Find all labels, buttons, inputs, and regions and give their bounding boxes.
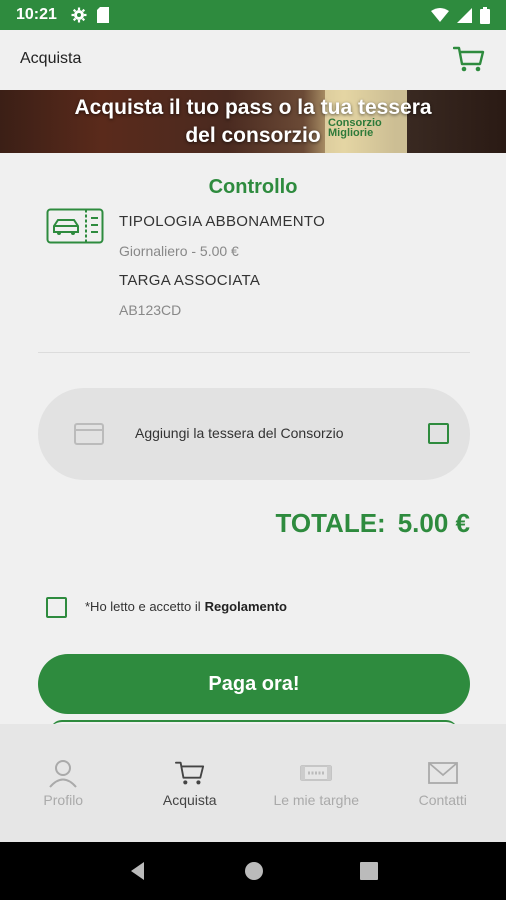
battery-icon <box>480 6 490 24</box>
add-tessera-checkbox[interactable] <box>428 423 449 444</box>
cart-icon <box>453 46 485 72</box>
signal-icon <box>457 7 472 23</box>
subscription-type-value: Giornaliero - 5.00 € <box>119 243 239 261</box>
mail-icon <box>427 762 458 784</box>
summary-title: Controllo <box>208 176 298 198</box>
regulation-checkbox[interactable] <box>46 597 67 618</box>
nav-item-le-mie-targhe[interactable]: Le mie targhe <box>253 724 380 842</box>
license-plate-icon <box>300 765 333 781</box>
system-nav-bar <box>0 842 506 900</box>
nav-item-acquista[interactable]: Acquista <box>127 724 254 842</box>
home-icon[interactable] <box>244 861 264 881</box>
recents-icon[interactable] <box>360 862 378 880</box>
nav-label-contatti: Contatti <box>418 792 467 808</box>
subscription-type-value-text: Giornaliero - 5.00 € <box>119 243 239 259</box>
total-label: TOTALE: <box>275 508 386 538</box>
status-bar: 10:21 <box>0 0 506 30</box>
banner-title-line2: del consorzio <box>185 124 321 147</box>
subscription-type-label: TIPOLOGIA ABBONAMENTO <box>119 213 325 231</box>
total-amount: 5.00 € <box>397 508 470 538</box>
add-tessera-label: Aggiungi la tessera del Consorzio <box>135 425 344 441</box>
app-bar: Acquista <box>0 30 506 88</box>
sim-card-icon <box>96 7 109 23</box>
nav-label-profilo: Profilo <box>43 792 84 808</box>
cart-button[interactable] <box>452 42 486 76</box>
plate-value-text: AB123CD <box>119 302 182 318</box>
total: TOTALE: 5.00 € <box>275 508 470 539</box>
plate-value: AB123CD <box>119 302 181 320</box>
person-icon <box>49 760 78 788</box>
regulation-label: *Ho letto e accetto il <box>85 599 201 614</box>
regulation-text: *Ho letto e accetto il Regolamento <box>85 599 287 614</box>
nav-label-le-mie-targhe: Le mie targhe <box>273 792 360 808</box>
banner-title-line1: Acquista il tuo pass o la tua tessera <box>74 96 432 119</box>
cart-icon <box>174 761 204 785</box>
wifi-icon <box>431 8 449 22</box>
bottom-nav: Profilo Acquista Le mie targhe Contatti <box>0 724 506 842</box>
status-time: 10:21 <box>16 6 57 23</box>
back-icon[interactable] <box>128 861 148 881</box>
credit-card-icon <box>74 423 104 445</box>
banner-title: Acquista il tuo pass o la tua tessera de… <box>0 94 506 150</box>
pay-now-button[interactable]: Paga ora! <box>38 654 470 714</box>
nav-label-acquista: Acquista <box>162 792 217 808</box>
regulation-link[interactable]: Regolamento <box>205 599 287 614</box>
banner: Consorzio Migliorie Acquista il tuo pass… <box>0 90 506 153</box>
plate-label-text: TARGA ASSOCIATA <box>119 272 261 289</box>
nav-item-contatti[interactable]: Contatti <box>380 724 506 842</box>
nav-item-profilo[interactable]: Profilo <box>0 724 127 842</box>
page-title: Acquista <box>20 50 82 67</box>
add-tessera-card[interactable]: Aggiungi la tessera del Consorzio <box>38 388 470 480</box>
ticket-car-icon <box>46 208 104 244</box>
plate-label: TARGA ASSOCIATA <box>119 272 260 290</box>
gear-icon <box>71 7 87 23</box>
divider <box>38 352 470 353</box>
subscription-type-label-text: TIPOLOGIA ABBONAMENTO <box>119 213 326 230</box>
